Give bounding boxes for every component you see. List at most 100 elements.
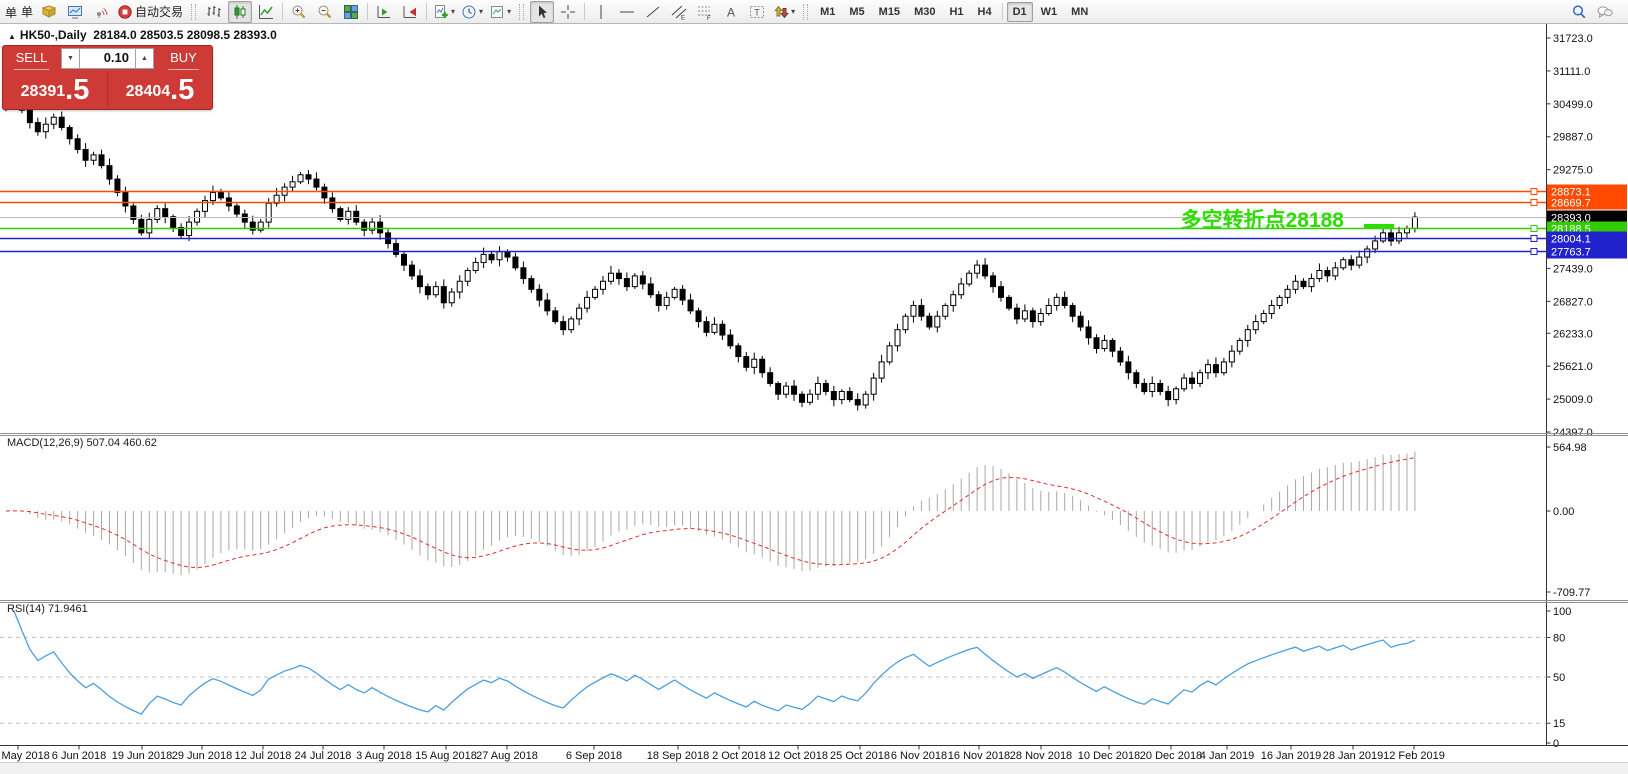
one-click-top-row: SELL ▼ 0.10 ▲ BUY — [3, 46, 212, 71]
toolbar-zoom-in-button[interactable] — [287, 1, 311, 23]
toolbar-grip — [803, 3, 809, 20]
toolbar-zoom-out-button[interactable] — [313, 1, 337, 23]
toolbar-horizontal-line-button[interactable] — [615, 1, 639, 23]
indicators-icon — [435, 4, 448, 18]
toolbar-new-order-button[interactable]: 单单 — [1, 1, 35, 23]
svg-text:27 Aug 2018: 27 Aug 2018 — [476, 750, 538, 762]
volume-decrease-button[interactable]: ▼ — [61, 48, 80, 69]
chat-icon — [1597, 5, 1613, 18]
toolbar-search-button[interactable] — [1567, 1, 1591, 23]
one-click-prices: 28391.5 28404.5 — [3, 71, 212, 107]
svg-text:19 Jun 2018: 19 Jun 2018 — [112, 750, 173, 762]
svg-text:27439.0: 27439.0 — [1553, 263, 1593, 275]
rsi-pane: 100 80 50 15 0 — [0, 606, 1571, 750]
toolbar-auto-scroll-button[interactable] — [398, 1, 422, 23]
buy-button[interactable]: BUY — [155, 47, 212, 70]
templates-icon — [491, 5, 504, 18]
timeframe-m15-button[interactable]: M15 — [873, 2, 906, 22]
toolbar-equidistant-channel-button[interactable]: E — [667, 1, 691, 23]
buy-price[interactable]: 28404.5 — [108, 71, 212, 107]
svg-text:28669.7: 28669.7 — [1551, 198, 1591, 210]
toolbar-signals-button[interactable] — [89, 1, 113, 23]
volume-input[interactable]: 0.10 — [80, 48, 135, 69]
toolbar-text-button[interactable]: A — [719, 1, 743, 23]
svg-text:3 Aug 2018: 3 Aug 2018 — [356, 750, 412, 762]
svg-text:10 Dec 2018: 10 Dec 2018 — [1078, 750, 1140, 762]
toolbar-periods-button[interactable]: ▾ — [459, 1, 485, 23]
svg-text:16 Jan 2019: 16 Jan 2019 — [1261, 750, 1322, 762]
date-axis[interactable]: 25 May 20186 Jun 2018 19 Jun 201829 Jun 2… — [0, 745, 1628, 763]
svg-text:E: E — [681, 15, 685, 20]
svg-text:29 Jun 2018: 29 Jun 2018 — [172, 750, 233, 762]
svg-text:50: 50 — [1553, 672, 1565, 684]
toolbar-fibonacci-retracement-button[interactable]: F — [693, 1, 717, 23]
toolbar-vertical-line-button[interactable] — [589, 1, 613, 23]
svg-text:20 Dec 2018: 20 Dec 2018 — [1140, 750, 1202, 762]
timeframe-mn-button[interactable]: MN — [1065, 2, 1094, 22]
trading-terminal-window: 单单自动交易 ▾ ▾ ▾ E F A T ▾ M1 M5 M15 M30 H1 H4 D1 W1 MN 28873… — [0, 0, 1628, 774]
timeframe-d1-button[interactable]: D1 — [1006, 1, 1033, 22]
svg-text:25621.0: 25621.0 — [1553, 361, 1593, 373]
toolbar-bar-chart-button[interactable] — [202, 1, 226, 23]
toolbar-chart-shift-button[interactable] — [372, 1, 396, 23]
sell-button[interactable]: SELL — [3, 47, 60, 70]
shapes-icon — [774, 5, 789, 18]
svg-text:6 Jun 2018: 6 Jun 2018 — [52, 750, 106, 762]
toolbar-auto-trading-button[interactable]: 自动交易 — [115, 1, 185, 23]
auto-scroll-icon — [403, 5, 417, 18]
toolbar-right-icons — [1566, 1, 1618, 23]
svg-text:28004.1: 28004.1 — [1551, 234, 1591, 246]
toolbar-cursor-button[interactable] — [530, 0, 555, 23]
chart-expand-icon[interactable]: ▲ — [8, 32, 16, 41]
svg-text:-709.77: -709.77 — [1553, 587, 1590, 599]
toolbar-separator — [584, 3, 586, 20]
toolbar-separator — [367, 3, 369, 20]
toolbar-history-center-button[interactable] — [37, 1, 61, 23]
timeframe-m1-button[interactable]: M1 — [814, 2, 841, 22]
sell-price[interactable]: 28391.5 — [3, 71, 107, 107]
volume-increase-button[interactable]: ▲ — [135, 48, 154, 69]
book-icon — [41, 4, 57, 18]
toolbar-candlestick-chart-button[interactable] — [228, 0, 253, 23]
svg-text:6 Nov 2018: 6 Nov 2018 — [891, 750, 947, 762]
timeframe-m30-button[interactable]: M30 — [908, 2, 941, 22]
chart-canvas[interactable]: 28873.128669.728393.028188.528004.127763… — [0, 0, 1628, 774]
toolbar-chat-button[interactable] — [1593, 1, 1617, 23]
toolbar-line-chart-button[interactable] — [254, 1, 278, 23]
svg-text:12 Jul 2018: 12 Jul 2018 — [235, 750, 292, 762]
svg-text:12 Feb 2019: 12 Feb 2019 — [1383, 750, 1445, 762]
autotrade-icon — [118, 4, 132, 19]
toolbar-indicators-list-button[interactable]: ▾ — [431, 1, 457, 23]
svg-text:0: 0 — [1553, 738, 1559, 750]
svg-text:29887.0: 29887.0 — [1553, 132, 1593, 144]
svg-text:T: T — [754, 7, 760, 17]
toolbar-crosshair-button[interactable] — [556, 1, 580, 23]
zoom-in-icon — [292, 5, 306, 18]
tile-windows-icon — [344, 4, 359, 19]
timeframe-h1-button[interactable]: H1 — [943, 2, 969, 22]
macd-pane: 564.98 0.00 -709.77 — [5, 442, 1590, 599]
toolbar-arrows-button[interactable]: ▾ — [771, 1, 797, 23]
text-icon: A — [727, 5, 735, 19]
toolbar-trendline-button[interactable] — [641, 1, 665, 23]
timeframe-h4-button[interactable]: H4 — [972, 2, 998, 22]
toolbar-market-watch-button[interactable] — [63, 1, 87, 23]
market-watch-icon — [68, 5, 83, 18]
chart-symbol-period: HK50-,Daily — [19, 28, 87, 42]
svg-text:4 Jan 2019: 4 Jan 2019 — [1200, 750, 1254, 762]
svg-text:27763.7: 27763.7 — [1551, 247, 1591, 259]
timeframe-m5-button[interactable]: M5 — [843, 2, 870, 22]
chart-title: ▲ HK50-,Daily 28184.0 28503.5 28098.5 283… — [8, 28, 277, 42]
svg-text:30499.0: 30499.0 — [1553, 99, 1593, 111]
svg-text:100: 100 — [1553, 606, 1571, 618]
toolbar-text-label-button[interactable]: T — [745, 1, 769, 23]
new-order-icon: 单 — [5, 6, 17, 20]
timeframe-w1-button[interactable]: W1 — [1035, 2, 1064, 22]
shift-end-icon — [377, 5, 391, 18]
toolbar-templates-button[interactable]: ▾ — [487, 1, 513, 23]
search-icon — [1572, 4, 1586, 18]
toolbar-tile-windows-button[interactable] — [339, 1, 363, 23]
svg-text:2 Oct 2018: 2 Oct 2018 — [712, 750, 766, 762]
svg-text:24 Jul 2018: 24 Jul 2018 — [295, 750, 352, 762]
signal-icon — [97, 7, 108, 18]
